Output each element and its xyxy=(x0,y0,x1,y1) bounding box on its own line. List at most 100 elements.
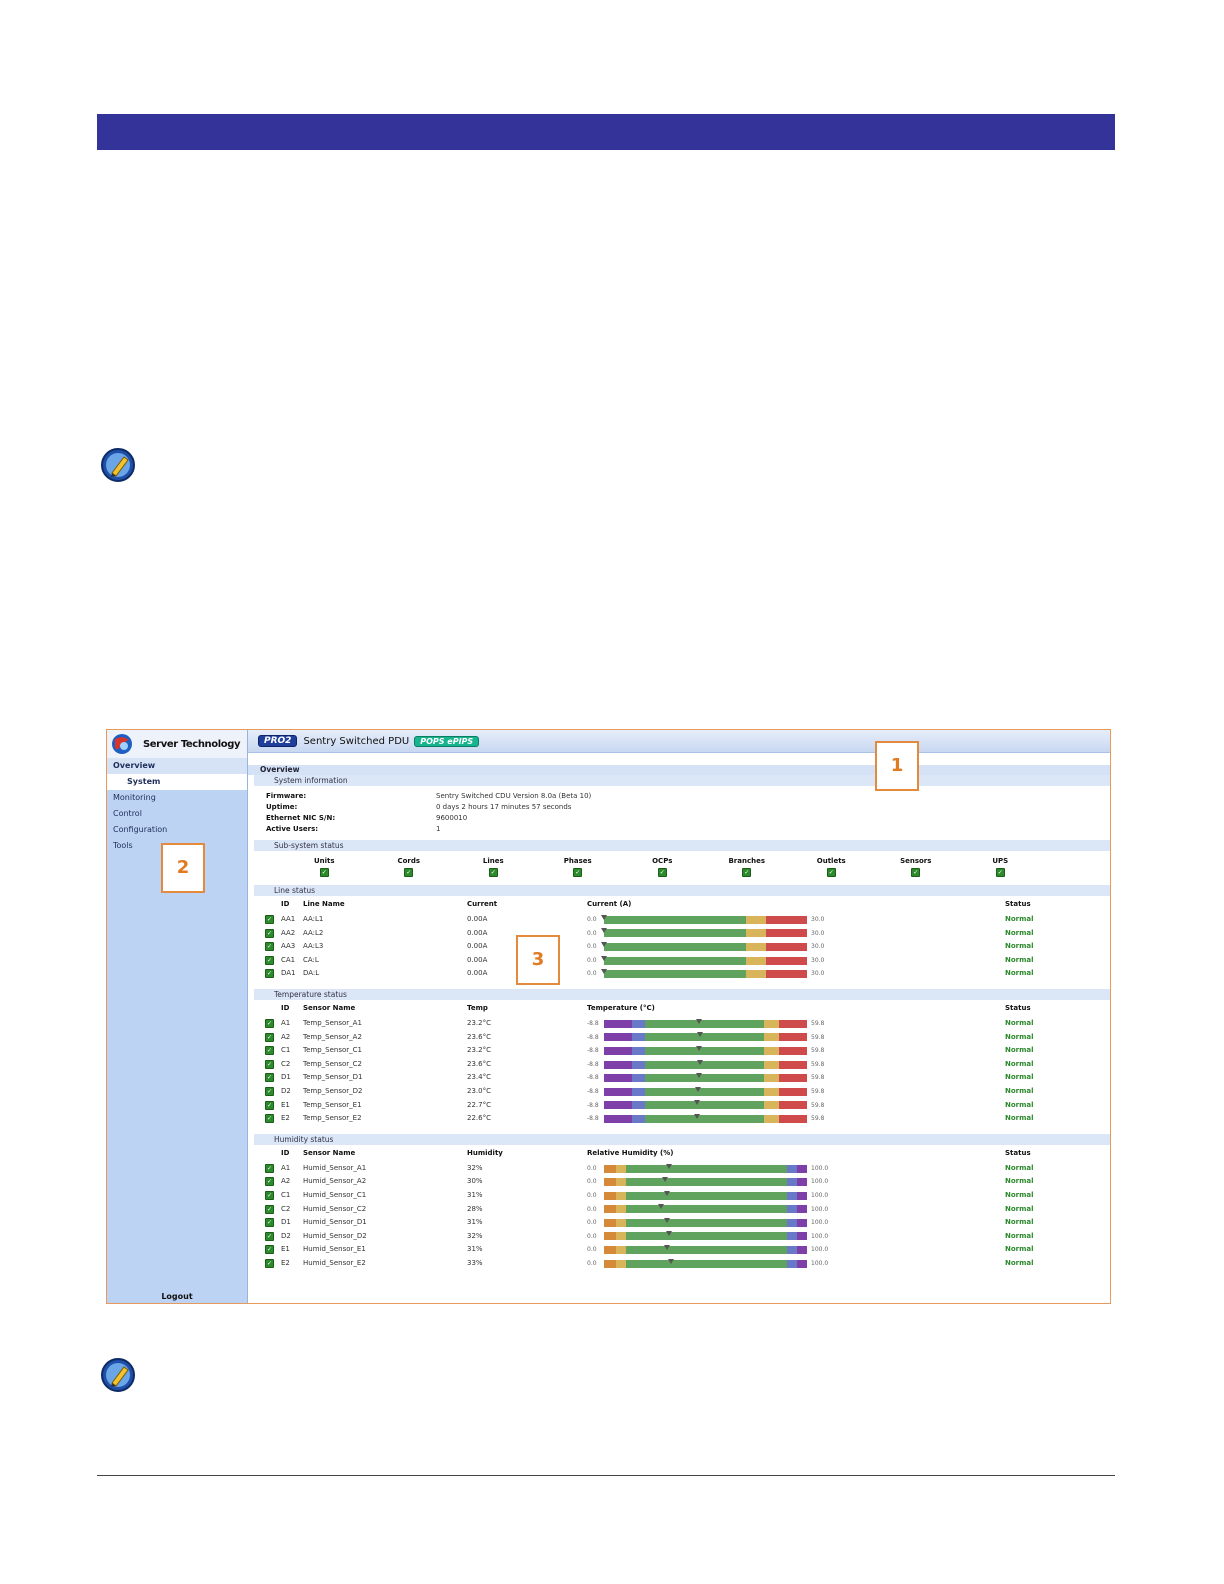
subsystem-label: Phases xyxy=(563,857,592,865)
row-check[interactable]: ✓ xyxy=(248,1175,281,1189)
scale-min: 0.0 xyxy=(587,1178,597,1186)
row-check[interactable]: ✓ xyxy=(248,967,281,981)
row-check[interactable]: ✓ xyxy=(248,1031,281,1045)
system-info-row: Uptime: 0 days 2 hours 17 minutes 57 seco… xyxy=(248,802,1110,813)
check-icon: ✓ xyxy=(265,1204,274,1214)
gauge-bar xyxy=(604,1073,807,1083)
scale-min: -8.8 xyxy=(587,1101,599,1109)
gauge-marker-icon xyxy=(601,941,607,947)
gauge-segment xyxy=(632,1074,645,1083)
row-gauge: 0.0 100.0 xyxy=(587,1203,1005,1217)
header-value: Temp xyxy=(467,1003,488,1012)
gauge-bar xyxy=(604,1177,807,1187)
row-check[interactable]: ✓ xyxy=(248,913,281,927)
gauge-segment xyxy=(778,1046,807,1055)
row-check[interactable]: ✓ xyxy=(248,1044,281,1058)
row-check[interactable]: ✓ xyxy=(248,1243,281,1257)
row-check[interactable]: ✓ xyxy=(248,1230,281,1244)
sidebar-item-system[interactable]: System xyxy=(107,774,247,790)
status-text: Normal xyxy=(1005,1018,1034,1027)
row-name: Temp_Sensor_C1 xyxy=(303,1046,362,1055)
check-icon: ✓ xyxy=(742,868,752,877)
subsystem-outlets[interactable]: Outlets ✓ xyxy=(789,857,874,877)
subsystem-label: Sensors xyxy=(900,857,932,865)
row-check[interactable]: ✓ xyxy=(248,1162,281,1176)
row-value: 23.2°C xyxy=(467,1018,491,1027)
row-check[interactable]: ✓ xyxy=(248,1071,281,1085)
logout-link[interactable]: Logout xyxy=(107,1292,247,1301)
gauge-marker-icon xyxy=(663,1245,670,1251)
gauge-bar xyxy=(604,1258,807,1268)
subsystem-label: OCPs xyxy=(652,857,673,865)
gauge-segment xyxy=(604,1019,633,1028)
subsystem-ocps[interactable]: OCPs ✓ xyxy=(620,857,705,877)
gauge-segment xyxy=(766,956,807,965)
sidebar-item-overview[interactable]: Overview xyxy=(107,758,247,774)
subsystem-sensors[interactable]: Sensors ✓ xyxy=(874,857,959,877)
sidebar-item-configuration[interactable]: Configuration xyxy=(107,822,247,838)
gauge-marker-icon xyxy=(695,1045,702,1051)
row-check[interactable]: ✓ xyxy=(248,1058,281,1072)
row-id: AA2 xyxy=(281,928,296,937)
gauge-segment xyxy=(604,1178,617,1187)
row-check[interactable]: ✓ xyxy=(248,954,281,968)
sidebar-item-monitoring[interactable]: Monitoring xyxy=(107,790,247,806)
table-row: ✓ E2 Temp_Sensor_E2 22.6°C -8.8 59.8 Normal xyxy=(248,1112,1110,1126)
row-check[interactable]: ✓ xyxy=(248,1099,281,1113)
row-check[interactable]: ✓ xyxy=(248,940,281,954)
gauge-marker-icon xyxy=(667,1258,674,1264)
gauge-segment xyxy=(796,1164,807,1173)
status-text: Normal xyxy=(1005,928,1034,937)
row-gauge: 0.0 30.0 xyxy=(587,967,1005,981)
row-id: E1 xyxy=(281,1245,290,1254)
info-label: Uptime: xyxy=(266,803,298,811)
gauge-marker-icon xyxy=(696,1032,703,1038)
row-gauge: -8.8 59.8 xyxy=(587,1031,1005,1045)
gauge-marker-icon xyxy=(601,955,607,961)
subsystem-cords[interactable]: Cords ✓ xyxy=(367,857,452,877)
subsystem-lines[interactable]: Lines ✓ xyxy=(451,857,536,877)
row-check[interactable]: ✓ xyxy=(248,927,281,941)
gauge-marker-icon xyxy=(601,914,607,920)
table-row: ✓ CA1 CA:L 0.00A 0.0 30.0 Normal xyxy=(248,954,1110,968)
row-check[interactable]: ✓ xyxy=(248,1085,281,1099)
header-spacer xyxy=(248,1002,281,1014)
status-text: Normal xyxy=(1005,1177,1034,1186)
gauge-marker-icon xyxy=(694,1100,701,1106)
row-check[interactable]: ✓ xyxy=(248,1189,281,1203)
sidebar-item-control[interactable]: Control xyxy=(107,806,247,822)
gauge-segment xyxy=(786,1205,797,1214)
subsystem-branches[interactable]: Branches ✓ xyxy=(705,857,790,877)
table-row: ✓ AA1 AA:L1 0.00A 0.0 30.0 Normal xyxy=(248,913,1110,927)
server-technology-logo-icon xyxy=(112,734,132,754)
check-icon: ✓ xyxy=(265,1190,274,1200)
row-check[interactable]: ✓ xyxy=(248,1216,281,1230)
check-icon: ✓ xyxy=(826,868,836,877)
row-check[interactable]: ✓ xyxy=(248,1112,281,1126)
row-gauge: -8.8 59.8 xyxy=(587,1085,1005,1099)
check-icon: ✓ xyxy=(265,1177,274,1187)
row-value: 23.0°C xyxy=(467,1086,491,1095)
row-check[interactable]: ✓ xyxy=(248,1203,281,1217)
header-spacer xyxy=(248,1147,281,1159)
gauge-marker-icon xyxy=(663,1190,670,1196)
status-text: Normal xyxy=(1005,1258,1034,1267)
subsystem-units[interactable]: Units ✓ xyxy=(282,857,367,877)
table-row: ✓ AA3 AA:L3 0.00A 0.0 30.0 Normal xyxy=(248,940,1110,954)
gauge-segment xyxy=(626,1164,787,1173)
table-row: ✓ C1 Humid_Sensor_C1 31% 0.0 100.0 Normal xyxy=(248,1189,1110,1203)
row-value: 23.6°C xyxy=(467,1032,491,1041)
row-id: D2 xyxy=(281,1086,291,1095)
row-id: C2 xyxy=(281,1059,291,1068)
scale-max: 59.8 xyxy=(811,1060,825,1068)
row-id: D1 xyxy=(281,1073,291,1082)
row-check[interactable]: ✓ xyxy=(248,1257,281,1271)
table-header: ID Sensor Name Humidity Relative Humidity (… xyxy=(248,1147,1110,1159)
row-check[interactable]: ✓ xyxy=(248,1017,281,1031)
gauge-segment xyxy=(764,1060,779,1069)
brand[interactable]: Server Technology xyxy=(107,730,247,758)
check-icon: ✓ xyxy=(265,942,274,952)
subsystem-phases[interactable]: Phases ✓ xyxy=(536,857,621,877)
gauge-segment xyxy=(604,1164,617,1173)
subsystem-ups[interactable]: UPS ✓ xyxy=(958,857,1043,877)
